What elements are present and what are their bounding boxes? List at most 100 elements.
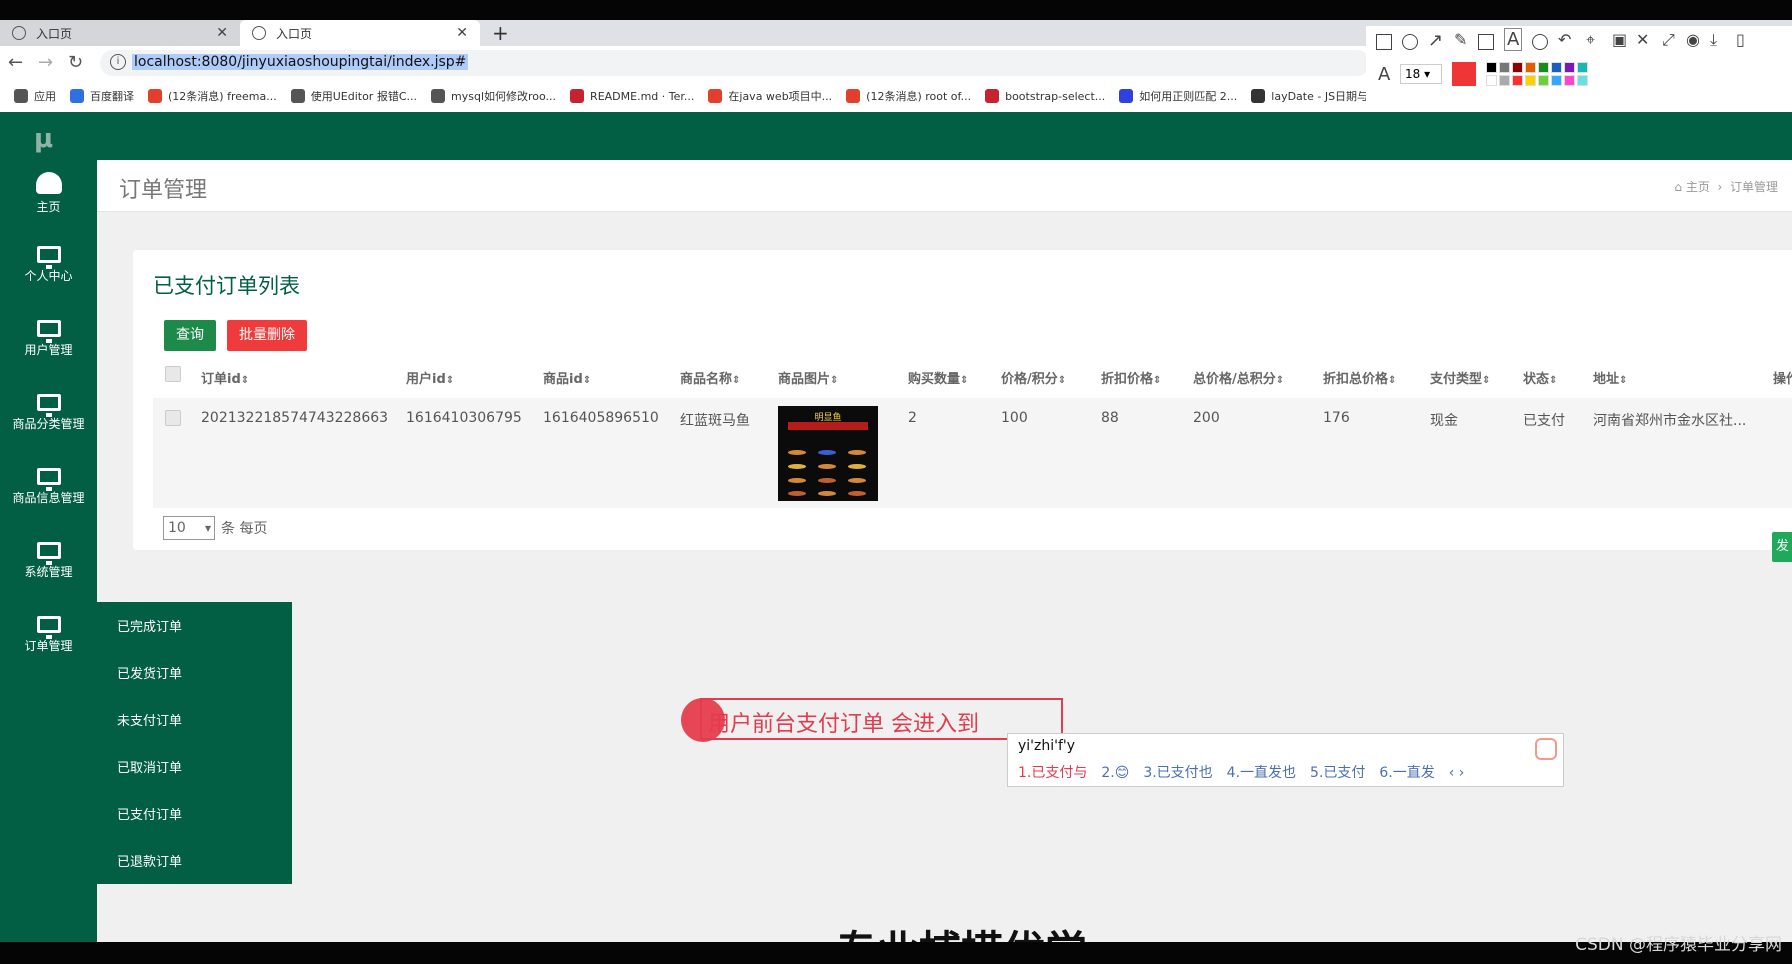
url-text[interactable]: localhost:8080/jinyuxiaoshoupingtai/inde…: [132, 54, 469, 70]
text-tool-icon[interactable]: A: [1504, 28, 1523, 51]
color-swatch[interactable]: [1564, 75, 1575, 86]
tab-title: 入口页: [36, 26, 73, 41]
sort-icon: ⇕: [1549, 375, 1558, 386]
color-swatch[interactable]: [1551, 75, 1562, 86]
bookmark-item[interactable]: 在java web项目中...: [708, 88, 832, 104]
column-header[interactable]: 总价格/总积分⇕: [1193, 368, 1284, 387]
ime-candidate[interactable]: 4.一直发也: [1227, 765, 1296, 781]
column-header[interactable]: 折扣总价格⇕: [1323, 368, 1396, 387]
arrow-tool-icon[interactable]: ↗: [1428, 30, 1443, 51]
column-header[interactable]: 用户id⇕: [406, 368, 454, 387]
ime-candidate[interactable]: 2.😊: [1101, 765, 1129, 781]
forward-icon[interactable]: →: [38, 52, 53, 73]
ocr-icon[interactable]: ▣: [1612, 30, 1627, 49]
column-header[interactable]: 价格/积分⇕: [1001, 368, 1066, 387]
column-header[interactable]: 商品图片⇕: [778, 368, 838, 387]
reload-icon[interactable]: ↻: [68, 52, 83, 73]
ime-candidate[interactable]: 1.已支付与: [1018, 765, 1087, 781]
close-tab-icon[interactable]: ✕: [456, 25, 468, 41]
row-checkbox[interactable]: [165, 410, 181, 426]
browser-tab-1[interactable]: 入口页 ✕: [0, 20, 240, 46]
rectangle-tool-icon[interactable]: [1376, 34, 1392, 50]
color-swatch[interactable]: [1486, 62, 1497, 73]
pin-icon[interactable]: ⌖: [1586, 30, 1595, 50]
bookmark-item[interactable]: layDate - JS日期与...: [1251, 88, 1379, 104]
color-swatch[interactable]: [1551, 62, 1562, 73]
number-tool-icon[interactable]: [1532, 34, 1548, 50]
submenu-item[interactable]: 已退款订单: [117, 851, 182, 870]
column-header[interactable]: 支付类型⇕: [1430, 368, 1490, 387]
current-color-swatch[interactable]: [1452, 62, 1476, 86]
color-swatch[interactable]: [1512, 62, 1523, 73]
column-header[interactable]: 订单id⇕: [201, 368, 249, 387]
bookmark-item[interactable]: 如何用正则匹配 2...: [1119, 88, 1237, 104]
bookmark-item[interactable]: (12条消息) freema...: [148, 88, 277, 104]
submenu-item[interactable]: 已取消订单: [117, 757, 182, 776]
sidebar-item[interactable]: 商品信息管理: [0, 456, 97, 526]
select-all-checkbox[interactable]: [165, 366, 181, 382]
color-swatch[interactable]: [1512, 75, 1523, 86]
color-swatch[interactable]: [1538, 62, 1549, 73]
url-field[interactable]: i localhost:8080/jinyuxiaoshoupingtai/in…: [100, 50, 1370, 76]
submenu-item[interactable]: 已完成订单: [117, 616, 182, 635]
mosaic-tool-icon[interactable]: [1478, 34, 1494, 50]
bookmark-item[interactable]: README.md · Ter...: [570, 89, 694, 103]
sort-icon: ⇕: [1482, 375, 1491, 386]
submenu-item[interactable]: 已支付订单: [117, 804, 182, 823]
submenu-item[interactable]: 未支付订单: [117, 710, 182, 729]
translate-icon[interactable]: ⤢: [1662, 30, 1675, 50]
save-icon[interactable]: ▯: [1736, 30, 1745, 49]
bookmark-item[interactable]: (12条消息) root of...: [846, 88, 971, 104]
sidebar-item[interactable]: 主页: [0, 160, 97, 230]
row-action-button[interactable]: 发: [1772, 532, 1792, 562]
bookmark-item[interactable]: mysql如何修改roo...: [431, 88, 556, 104]
color-swatch[interactable]: [1525, 75, 1536, 86]
ime-candidate[interactable]: 5.已支付: [1310, 765, 1365, 781]
batch-delete-button[interactable]: 批量删除: [227, 320, 307, 351]
ime-candidate[interactable]: 6.一直发: [1379, 765, 1434, 781]
cancel-icon[interactable]: ✕: [1636, 30, 1649, 49]
bookmark-item[interactable]: bootstrap-select...: [985, 89, 1105, 103]
page-size-select[interactable]: 10: [163, 516, 215, 540]
ime-page-arrows[interactable]: ‹ ›: [1449, 765, 1465, 781]
font-size-select[interactable]: 18 ▾: [1400, 64, 1442, 84]
sidebar-item[interactable]: 订单管理: [0, 604, 97, 674]
color-swatch[interactable]: [1564, 62, 1575, 73]
pen-tool-icon[interactable]: ✎: [1454, 30, 1467, 49]
column-header[interactable]: 操作: [1773, 368, 1792, 387]
info-icon[interactable]: i: [110, 54, 126, 70]
column-header[interactable]: 状态⇕: [1523, 368, 1557, 387]
ellipse-tool-icon[interactable]: [1402, 34, 1418, 50]
color-swatch[interactable]: [1525, 62, 1536, 73]
bookmark-item[interactable]: 百度翻译: [70, 88, 134, 104]
record-icon[interactable]: ◉: [1686, 30, 1700, 49]
sidebar-item[interactable]: 用户管理: [0, 308, 97, 378]
bookmark-item[interactable]: 使用UEditor 报错C...: [290, 88, 417, 104]
bookmark-item[interactable]: 应用: [14, 88, 56, 104]
sidebar-item[interactable]: 商品分类管理: [0, 382, 97, 452]
goods-image: 明显鱼: [778, 406, 878, 501]
browser-tab-2[interactable]: 入口页 ✕: [240, 20, 480, 46]
breadcrumb-home[interactable]: 主页: [1686, 180, 1710, 194]
download-icon[interactable]: ⤓: [1710, 30, 1717, 50]
color-swatch[interactable]: [1499, 62, 1510, 73]
color-swatch[interactable]: [1577, 75, 1588, 86]
new-tab-button[interactable]: +: [492, 21, 509, 45]
back-icon[interactable]: ←: [8, 52, 23, 73]
column-header[interactable]: 购买数量⇕: [908, 368, 968, 387]
color-swatch[interactable]: [1538, 75, 1549, 86]
column-header[interactable]: 商品id⇕: [543, 368, 591, 387]
column-header[interactable]: 商品名称⇕: [680, 368, 740, 387]
sidebar-item[interactable]: 系统管理: [0, 530, 97, 600]
ime-candidate[interactable]: 3.已支付也: [1143, 765, 1212, 781]
column-header[interactable]: 地址⇕: [1593, 368, 1627, 387]
column-header[interactable]: 折扣价格⇕: [1101, 368, 1161, 387]
submenu-item[interactable]: 已发货订单: [117, 663, 182, 682]
sidebar-item[interactable]: 个人中心: [0, 234, 97, 304]
color-swatch[interactable]: [1577, 62, 1588, 73]
close-tab-icon[interactable]: ✕: [216, 25, 228, 41]
color-swatch[interactable]: [1486, 75, 1497, 86]
query-button[interactable]: 查询: [164, 320, 216, 351]
undo-icon[interactable]: ↶: [1558, 30, 1571, 49]
color-swatch[interactable]: [1499, 75, 1510, 86]
